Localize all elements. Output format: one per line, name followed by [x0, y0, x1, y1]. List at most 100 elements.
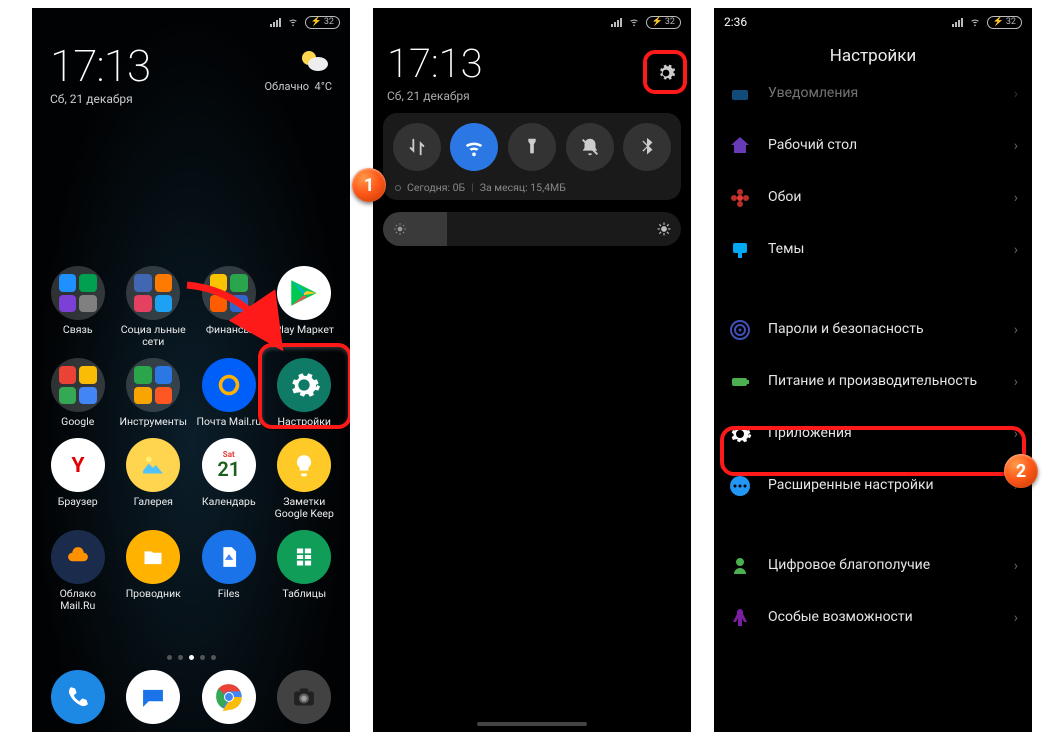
app-label: Проводник — [126, 588, 181, 600]
qs-data-icon[interactable] — [393, 123, 441, 171]
app-label: Календарь — [202, 496, 256, 508]
qs-wifi-icon[interactable] — [450, 123, 498, 171]
app-10[interactable]: Sat21 Календарь — [191, 438, 267, 520]
app-14[interactable]: Files — [191, 530, 267, 612]
app-1[interactable]: Социа льные сети — [116, 266, 192, 348]
svg-text:Y: Y — [71, 453, 85, 478]
brightness-high-icon — [657, 222, 671, 236]
app-label: Галерея — [134, 496, 173, 508]
dock-chrome[interactable] — [202, 670, 256, 724]
app-icon[interactable] — [202, 530, 256, 584]
chevron-right-icon: › — [1014, 138, 1018, 154]
settings-row-fingerprint[interactable]: Пароли и безопасность › — [714, 304, 1032, 356]
data-usage-row[interactable]: Сегодня: 0Б | За месяц: 15,4МБ — [391, 181, 673, 194]
wifi-icon — [969, 17, 981, 27]
battery-indicator: ⚡32 — [305, 16, 340, 29]
dock — [32, 670, 350, 724]
settings-row-label: Темы — [768, 241, 998, 259]
dock-messages[interactable] — [126, 670, 180, 724]
app-15[interactable]: Таблицы — [267, 530, 343, 612]
app-icon[interactable] — [126, 266, 180, 320]
app-icon[interactable]: Sat21 — [202, 438, 256, 492]
clock-widget[interactable]: 17:13 Сб, 21 декабря Облачно 4°C — [32, 36, 350, 106]
bell-icon — [728, 82, 752, 106]
brightness-slider[interactable] — [383, 212, 681, 246]
weather-widget[interactable]: Облачно 4°C — [264, 44, 332, 93]
battery-icon — [728, 370, 752, 394]
app-icon[interactable] — [126, 438, 180, 492]
chevron-right-icon: › — [1014, 322, 1018, 338]
data-indicator-dot — [395, 185, 401, 191]
app-label: Браузер — [58, 496, 98, 508]
settings-row-label: Пароли и безопасность — [768, 321, 998, 339]
app-11[interactable]: Заметки Google Keep — [267, 438, 343, 520]
app-0[interactable]: Связь — [40, 266, 116, 348]
status-bar: ⚡32 — [32, 8, 350, 36]
app-label: Инструменты — [119, 416, 187, 428]
app-icon[interactable] — [277, 438, 331, 492]
app-icon[interactable] — [51, 358, 105, 412]
app-label: Заметки Google Keep — [268, 496, 340, 520]
settings-row-label: Рабочий стол — [768, 137, 998, 155]
chevron-right-icon: › — [1014, 558, 1018, 574]
signal-icon — [270, 18, 281, 27]
app-label: Files — [218, 588, 240, 600]
shade-drag-handle[interactable] — [477, 722, 587, 726]
dock-camera[interactable] — [277, 670, 331, 724]
settings-row-brush[interactable]: Темы› — [714, 224, 1032, 276]
app-5[interactable]: Инструменты — [116, 358, 192, 428]
app-8[interactable]: Y Браузер — [40, 438, 116, 520]
qs-flashlight-icon[interactable] — [508, 123, 556, 171]
app-13[interactable]: Проводник — [116, 530, 192, 612]
settings-row-bell[interactable]: Уведомления› — [714, 80, 1032, 120]
app-label: Социа льные сети — [117, 324, 189, 348]
settings-row-home[interactable]: Рабочий стол › — [714, 120, 1032, 172]
wifi-icon — [287, 17, 299, 27]
app-icon[interactable] — [202, 358, 256, 412]
brightness-low-icon — [393, 222, 407, 236]
app-4[interactable]: Google — [40, 358, 116, 428]
app-label: Связь — [63, 324, 93, 336]
settings-row-battery[interactable]: Питание и производительность› — [714, 356, 1032, 408]
app-icon[interactable] — [126, 358, 180, 412]
signal-icon — [611, 18, 622, 27]
app-icon[interactable] — [51, 266, 105, 320]
settings-row-accessibility[interactable]: Особые возможности› — [714, 592, 1032, 644]
highlight-gear — [643, 50, 687, 94]
app-label: Почта Mail.ru — [196, 416, 261, 428]
status-bar: 2:36 ⚡32 — [714, 8, 1032, 36]
weather-icon — [296, 44, 332, 80]
settings-row-flower[interactable]: Обои › — [714, 172, 1032, 224]
step-badge-1: 1 — [352, 168, 386, 202]
settings-row-label: Обои — [768, 189, 998, 207]
highlight-apps-row — [720, 426, 1026, 476]
dock-phone[interactable] — [51, 670, 105, 724]
status-bar: ⚡32 — [373, 8, 691, 36]
qs-bluetooth-icon[interactable] — [623, 123, 671, 171]
qs-dnd-icon[interactable] — [566, 123, 614, 171]
app-label: Google — [61, 416, 94, 428]
chevron-right-icon: › — [1014, 374, 1018, 390]
chevron-right-icon: › — [1014, 610, 1018, 626]
app-12[interactable]: Облако Mail.Ru — [40, 530, 116, 612]
settings-row-label: Расширенные настройки — [768, 477, 998, 495]
app-6[interactable]: Почта Mail.ru — [191, 358, 267, 428]
phone-quicksettings: ⚡32 17:13 Сб, 21 декабря Сегодня: 0Б | З… — [373, 8, 691, 732]
wifi-icon — [628, 17, 640, 27]
settings-row-label: Уведомления — [768, 85, 998, 103]
data-month: За месяц: 15,4МБ — [480, 181, 566, 194]
shade-date: Сб, 21 декабря — [387, 89, 677, 103]
chevron-right-icon: › — [1014, 190, 1018, 206]
settings-list: Уведомления›Рабочий стол›Обои›Темы›Парол… — [714, 80, 1032, 644]
flower-icon — [728, 186, 752, 210]
app-icon[interactable] — [277, 530, 331, 584]
step-badge-2: 2 — [1004, 454, 1038, 488]
app-9[interactable]: Галерея — [116, 438, 192, 520]
phone-settings: 2:36 ⚡32 Настройки Уведомления›Рабочий с… — [714, 8, 1032, 732]
app-icon[interactable] — [51, 530, 105, 584]
dots-icon — [728, 474, 752, 498]
app-icon[interactable] — [126, 530, 180, 584]
app-icon[interactable]: Y — [51, 438, 105, 492]
app-label: Таблицы — [282, 588, 326, 600]
settings-row-wellbeing[interactable]: Цифровое благополучие› — [714, 540, 1032, 592]
